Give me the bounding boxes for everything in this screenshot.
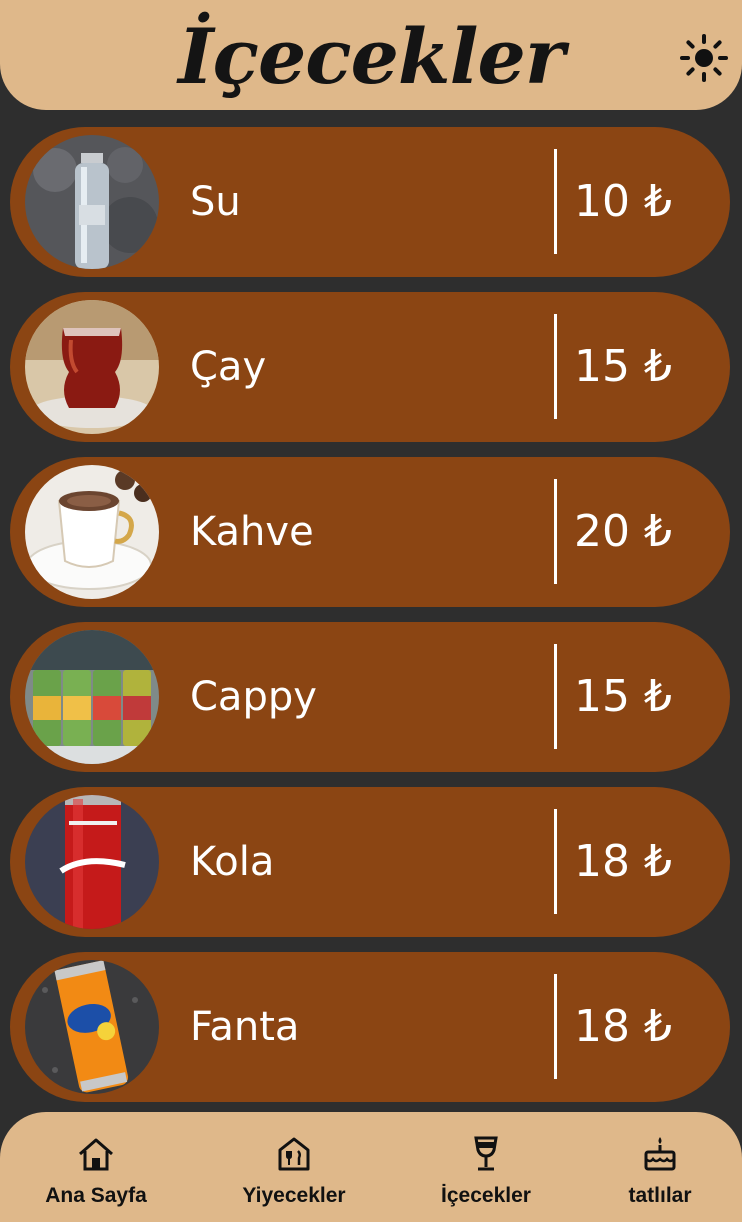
item-price: 10 ₺ <box>574 176 672 227</box>
bottom-navigation: Ana Sayfa Yiyecekler İçecekler tatlılar <box>0 1112 742 1222</box>
item-price: 18 ₺ <box>574 836 672 887</box>
item-name: Cappy <box>190 674 317 720</box>
list-item-su[interactable]: Su 10 ₺ <box>10 127 730 277</box>
nav-label: Yiyecekler <box>242 1184 346 1207</box>
nav-label: tatlılar <box>628 1184 692 1207</box>
item-name: Çay <box>190 344 267 390</box>
item-name: Fanta <box>190 1004 300 1050</box>
item-name: Kola <box>190 839 275 885</box>
app-header: İçecekler <box>0 0 742 110</box>
list-item-kahve[interactable]: Kahve 20 ₺ <box>10 457 730 607</box>
glass-icon <box>474 1136 498 1171</box>
nav-yiyecekler[interactable]: Yiyecekler <box>234 1112 354 1222</box>
home-icon <box>79 1138 113 1171</box>
turkish-coffee-image <box>25 465 159 599</box>
item-name: Su <box>190 179 241 225</box>
water-bottle-image <box>25 135 159 269</box>
divider <box>554 809 557 914</box>
list-item-cappy[interactable]: Cappy 15 ₺ <box>10 622 730 772</box>
fanta-can-image <box>25 960 159 1094</box>
coca-cola-can-image <box>25 795 159 929</box>
item-price: 20 ₺ <box>574 506 672 557</box>
divider <box>554 479 557 584</box>
divider <box>554 149 557 254</box>
item-price: 18 ₺ <box>574 1001 672 1052</box>
food-icon <box>278 1137 310 1171</box>
nav-label: İçecekler <box>441 1184 531 1207</box>
item-name: Kahve <box>190 509 314 555</box>
item-price: 15 ₺ <box>574 341 672 392</box>
page-title: İçecekler <box>178 12 565 101</box>
list-item-cay[interactable]: Çay 15 ₺ <box>10 292 730 442</box>
list-item-kola[interactable]: Kola 18 ₺ <box>10 787 730 937</box>
list-item-fanta[interactable]: Fanta 18 ₺ <box>10 952 730 1102</box>
theme-toggle-button[interactable] <box>680 34 728 82</box>
divider <box>554 314 557 419</box>
nav-label: Ana Sayfa <box>45 1184 147 1207</box>
nav-tatlilar[interactable]: tatlılar <box>600 1112 720 1222</box>
cake-icon <box>644 1137 676 1171</box>
divider <box>554 974 557 1079</box>
sun-icon <box>680 34 728 82</box>
item-price: 15 ₺ <box>574 671 672 722</box>
turkish-tea-image <box>25 300 159 434</box>
nav-ana-sayfa[interactable]: Ana Sayfa <box>36 1112 156 1222</box>
nav-icecekler[interactable]: İçecekler <box>426 1112 546 1222</box>
cappy-cans-image <box>25 630 159 764</box>
divider <box>554 644 557 749</box>
